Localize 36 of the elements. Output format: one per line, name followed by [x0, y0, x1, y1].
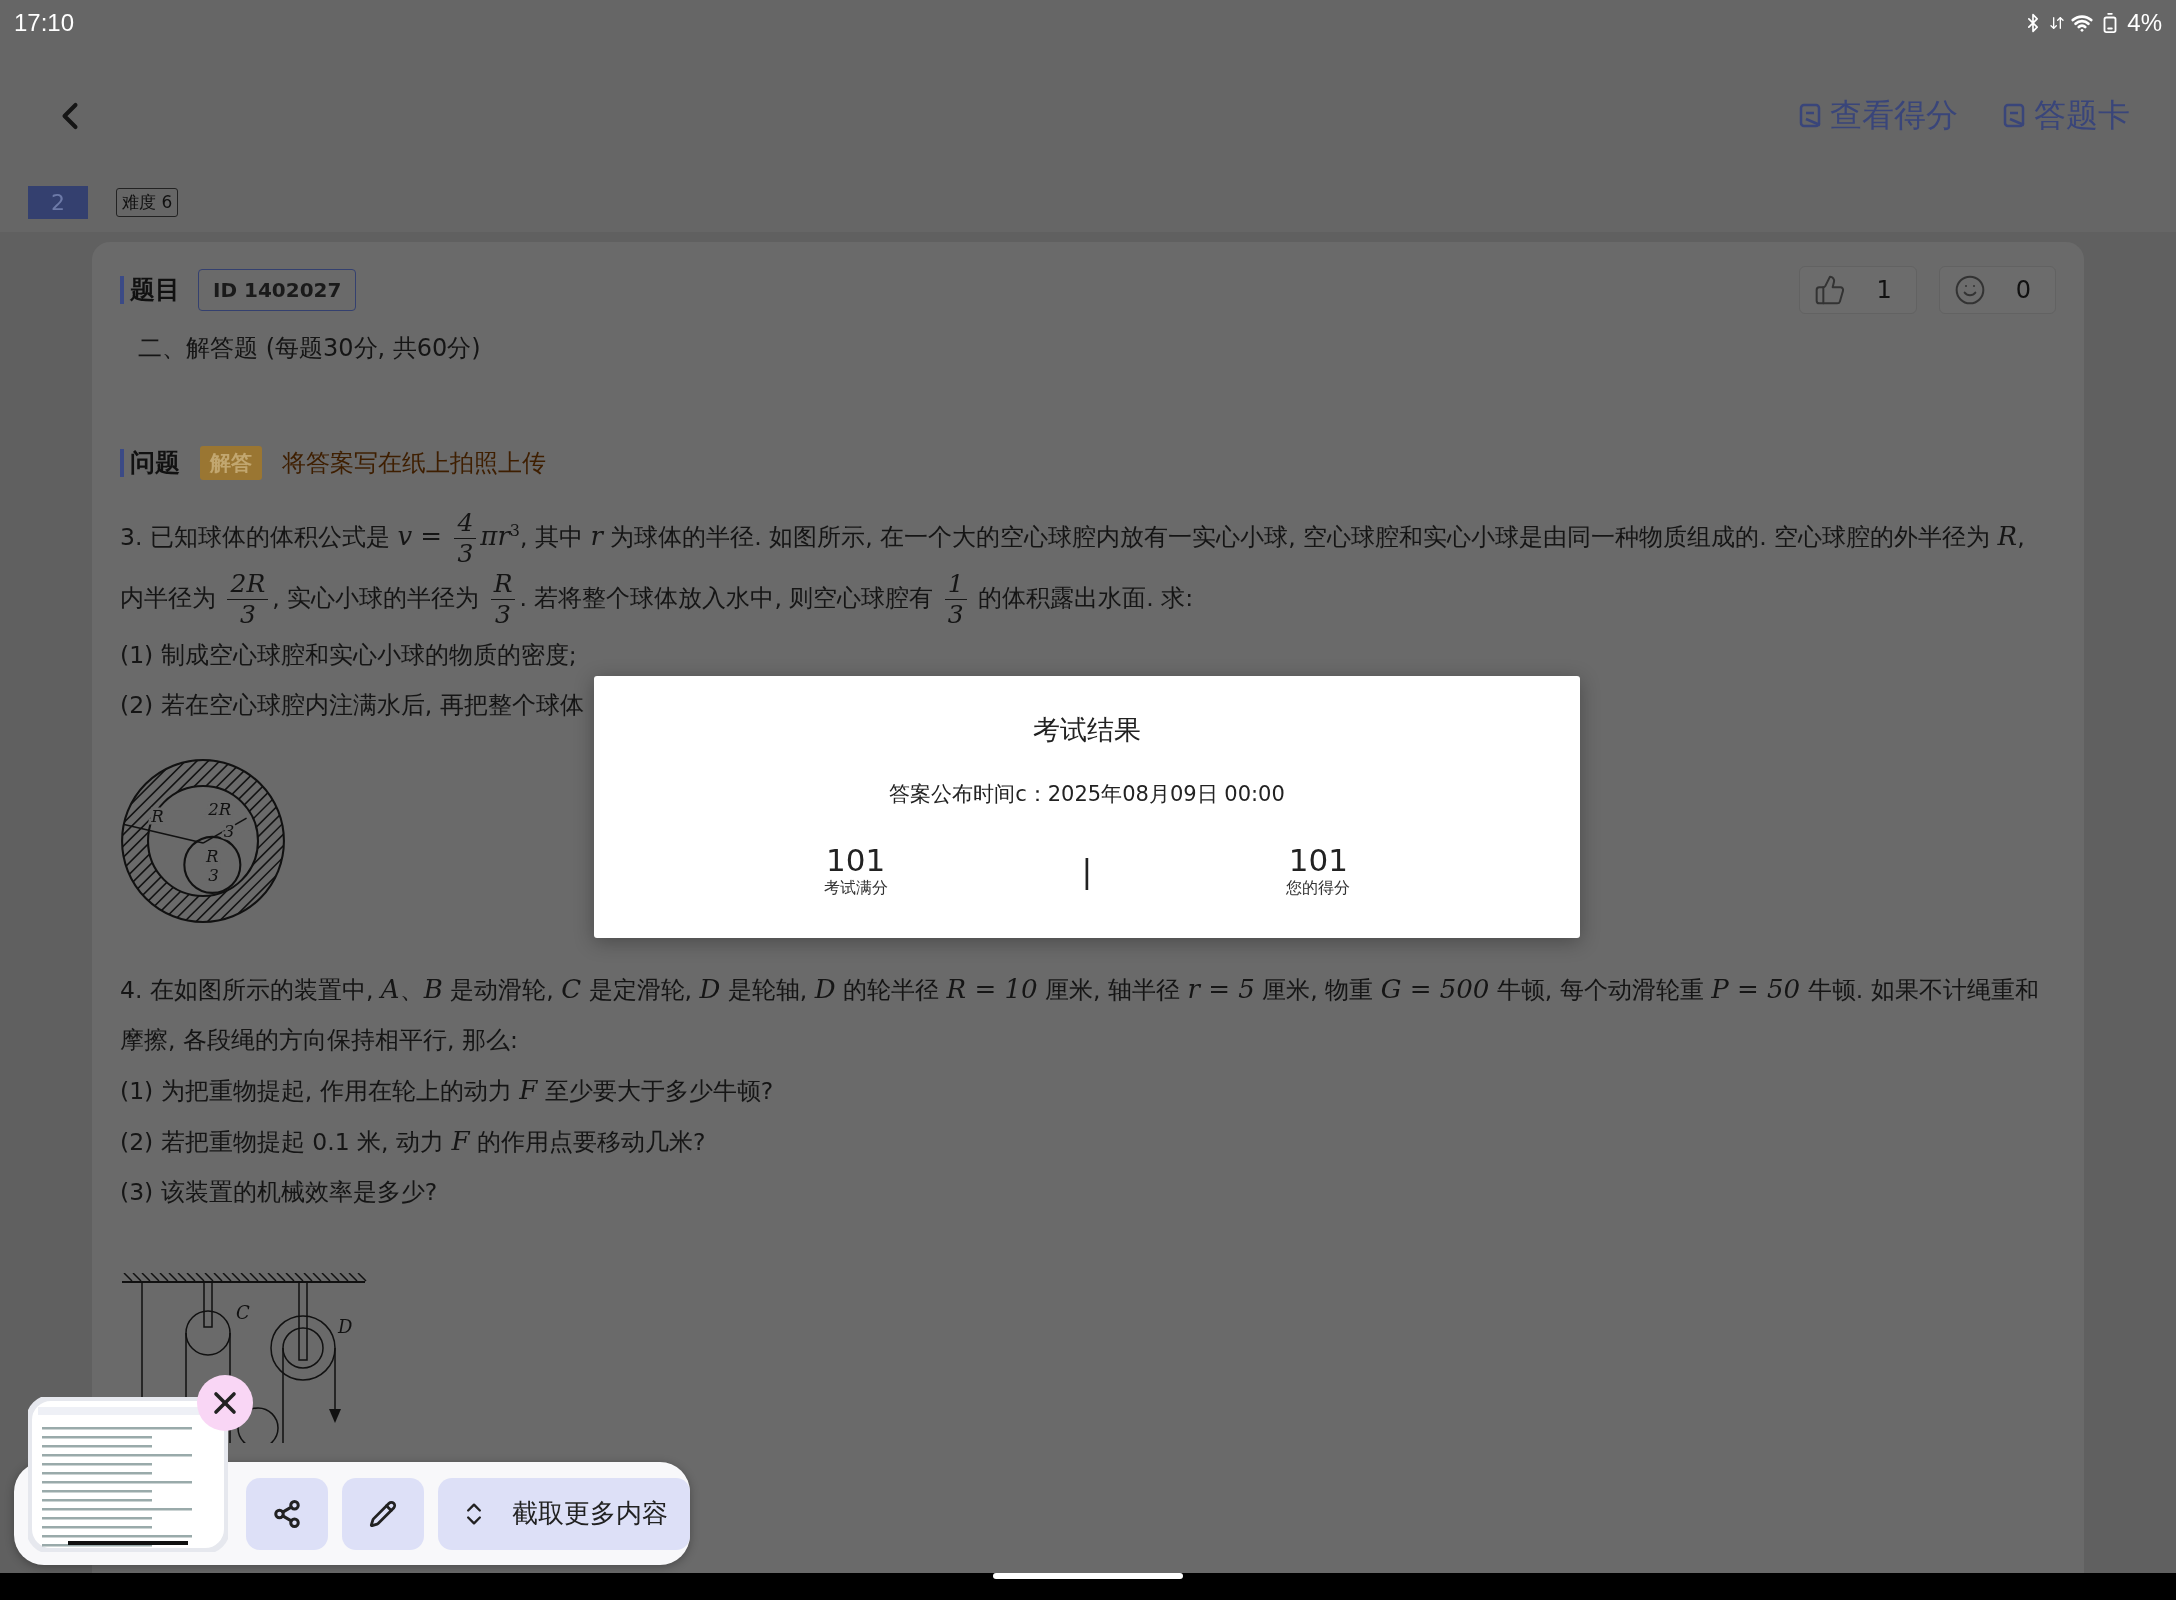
question-text: (2) 若在空心球腔内注满水后, 再把整个球体 [120, 689, 584, 721]
reaction-button[interactable]: 0 [1938, 266, 2056, 314]
question-text: (3) 该装置的机械效率是多少? [120, 1176, 438, 1208]
capture-more-button[interactable]: 截取更多内容 [438, 1477, 690, 1550]
stat-label: 考试满分 [823, 878, 888, 899]
question-text: (1) 为把重物提起, 作用在轮上的动力 F 至少要大于多少牛顿? [120, 1073, 774, 1107]
battery-percentage: 4% [2127, 9, 2162, 37]
difficulty-tag: 难度 6 [116, 188, 179, 217]
share-button[interactable] [246, 1477, 328, 1550]
question-number: 2 [28, 186, 88, 219]
question-text: (2) 若把重物提起 0.1 米, 动力 F 的作用点要移动几米? [120, 1124, 706, 1158]
section-heading: 题目 [120, 276, 180, 304]
stat-divider: | [1081, 851, 1093, 890]
stat-label: 您的得分 [1286, 878, 1351, 899]
id-badge: ID 1402027 [198, 269, 357, 311]
share-icon [272, 1498, 302, 1529]
question-text: (1) 制成空心球腔和实心小球的物质的密度; [120, 639, 577, 671]
status-time: 17:10 [14, 9, 75, 37]
like-button[interactable]: 1 [1799, 266, 1917, 314]
section-heading: 问题 [120, 449, 180, 477]
data-arrows-icon [2049, 15, 2066, 31]
pencil-icon [369, 1499, 397, 1528]
stat-value: 101 [826, 842, 886, 878]
dialog-title: 考试结果 [1033, 713, 1141, 747]
edit-button[interactable] [342, 1477, 424, 1550]
release-time: 答案公布时间c：2025年08月09日 00:00 [889, 781, 1285, 808]
thumbs-up-icon [1814, 274, 1847, 306]
upload-hint: 将答案写在纸上拍照上传 [282, 448, 546, 479]
wifi-icon [2071, 12, 2094, 34]
smiley-icon [1953, 274, 1986, 306]
pulley-system-drawing: C D [120, 1272, 370, 1443]
screenshot-thumbnail[interactable] [28, 1397, 228, 1552]
section-subtitle: 二、解答题 (每题30分, 共60分) [137, 333, 482, 364]
stat-value: 101 [1288, 842, 1348, 878]
question-text: 4. 在如图所示的装置中, A、B 是动滑轮, C 是定滑轮, D 是轮轴, D 的轮半径 R = 10 厘米, 轴半径 r = 5 厘米, 物重 G = 500 牛顿, 每个动滑轮重 P = 50 牛顿. 如果不计绳重和摩擦, 各段绳的方向保持相平行, 那么: [120, 972, 2040, 1056]
type-badge: 解答 [200, 446, 262, 480]
